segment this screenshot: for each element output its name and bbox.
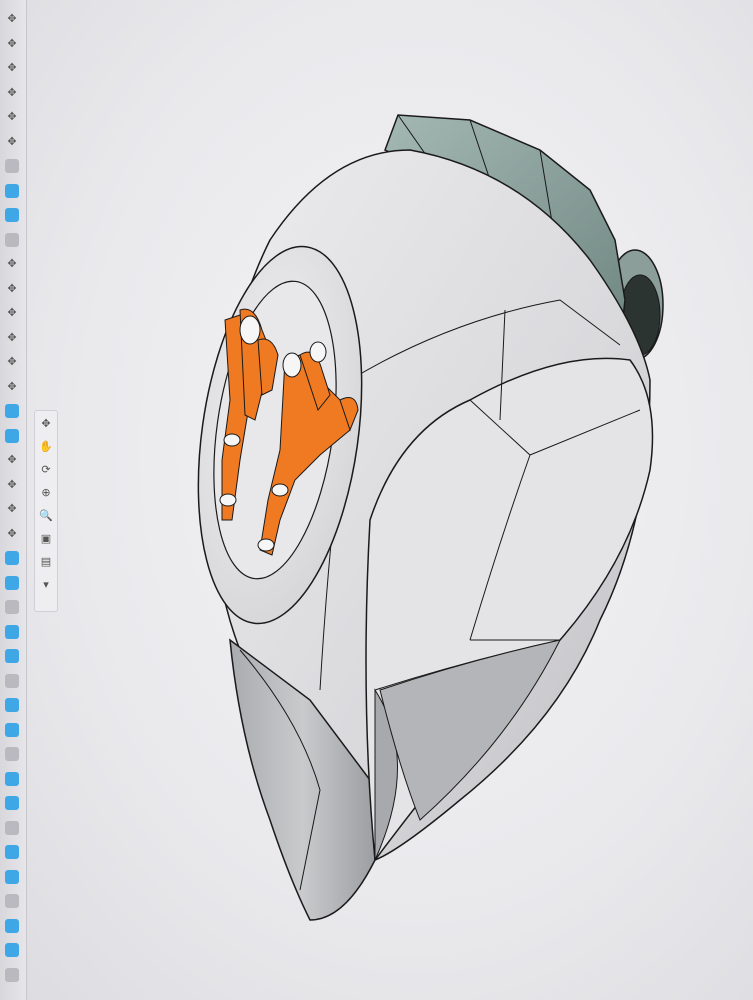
part-icon[interactable] bbox=[5, 967, 19, 982]
part-icon[interactable] bbox=[5, 820, 19, 835]
model-viewport[interactable] bbox=[26, 0, 753, 1000]
move-icon[interactable]: ✥ bbox=[5, 37, 19, 51]
zoom-icon[interactable]: 🔍 bbox=[39, 509, 53, 523]
part-icon[interactable] bbox=[5, 722, 19, 737]
part-icon[interactable] bbox=[5, 551, 19, 565]
part-icon[interactable] bbox=[5, 183, 19, 198]
left-toolbar: ✥ ✥ ✥ ✥ ✥ ✥ ✥ ✥ ✥ ✥ ✥ ✥ ✥ ✥ ✥ ✥ bbox=[0, 0, 27, 1000]
view-cube-icon[interactable]: ▣ bbox=[39, 532, 53, 546]
move-icon[interactable]: ✥ bbox=[5, 135, 19, 149]
part-icon[interactable] bbox=[5, 575, 19, 590]
move-icon[interactable]: ✥ bbox=[5, 527, 19, 541]
part-icon[interactable] bbox=[5, 918, 19, 933]
part-icon[interactable] bbox=[5, 404, 19, 418]
pan-icon[interactable]: ✋ bbox=[39, 440, 53, 454]
move-icon[interactable]: ✥ bbox=[5, 478, 19, 492]
display-mode-icon[interactable]: ▤ bbox=[39, 555, 53, 569]
move-icon[interactable]: ✥ bbox=[5, 380, 19, 394]
zoom-fit-icon[interactable]: ⊕ bbox=[39, 486, 53, 500]
part-icon[interactable] bbox=[5, 649, 19, 663]
part-icon[interactable] bbox=[5, 159, 19, 173]
part-icon[interactable] bbox=[5, 796, 19, 810]
move-icon[interactable]: ✥ bbox=[5, 331, 19, 345]
part-icon[interactable] bbox=[5, 428, 19, 443]
move-icon[interactable]: ✥ bbox=[5, 453, 19, 467]
move-icon[interactable]: ✥ bbox=[5, 110, 19, 124]
part-icon[interactable] bbox=[5, 894, 19, 908]
part-icon[interactable] bbox=[5, 747, 19, 761]
move-icon[interactable]: ✥ bbox=[5, 12, 19, 26]
move-icon[interactable]: ✥ bbox=[5, 502, 19, 516]
move-icon[interactable]: ✥ bbox=[5, 355, 19, 369]
rotate-icon[interactable]: ⟳ bbox=[39, 463, 53, 477]
move-icon[interactable]: ✥ bbox=[5, 282, 19, 296]
part-icon[interactable] bbox=[5, 845, 19, 859]
move-icon[interactable]: ✥ bbox=[5, 306, 19, 320]
move-icon[interactable]: ✥ bbox=[5, 61, 19, 75]
part-icon[interactable] bbox=[5, 673, 19, 688]
part-icon[interactable] bbox=[5, 624, 19, 639]
settings-icon[interactable]: ▾ bbox=[39, 578, 53, 592]
part-icon[interactable] bbox=[5, 208, 19, 222]
part-icon[interactable] bbox=[5, 771, 19, 786]
move-icon[interactable]: ✥ bbox=[5, 257, 19, 271]
view-toolbar: ✥ ✋ ⟳ ⊕ 🔍 ▣ ▤ ▾ bbox=[34, 410, 58, 612]
part-icon[interactable] bbox=[5, 232, 19, 247]
part-icon[interactable] bbox=[5, 869, 19, 884]
part-icon[interactable] bbox=[5, 698, 19, 712]
helmet-model[interactable] bbox=[26, 0, 753, 1000]
move-icon[interactable]: ✥ bbox=[5, 86, 19, 100]
part-icon[interactable] bbox=[5, 943, 19, 957]
part-icon[interactable] bbox=[5, 600, 19, 614]
orbit-icon[interactable]: ✥ bbox=[39, 417, 53, 431]
